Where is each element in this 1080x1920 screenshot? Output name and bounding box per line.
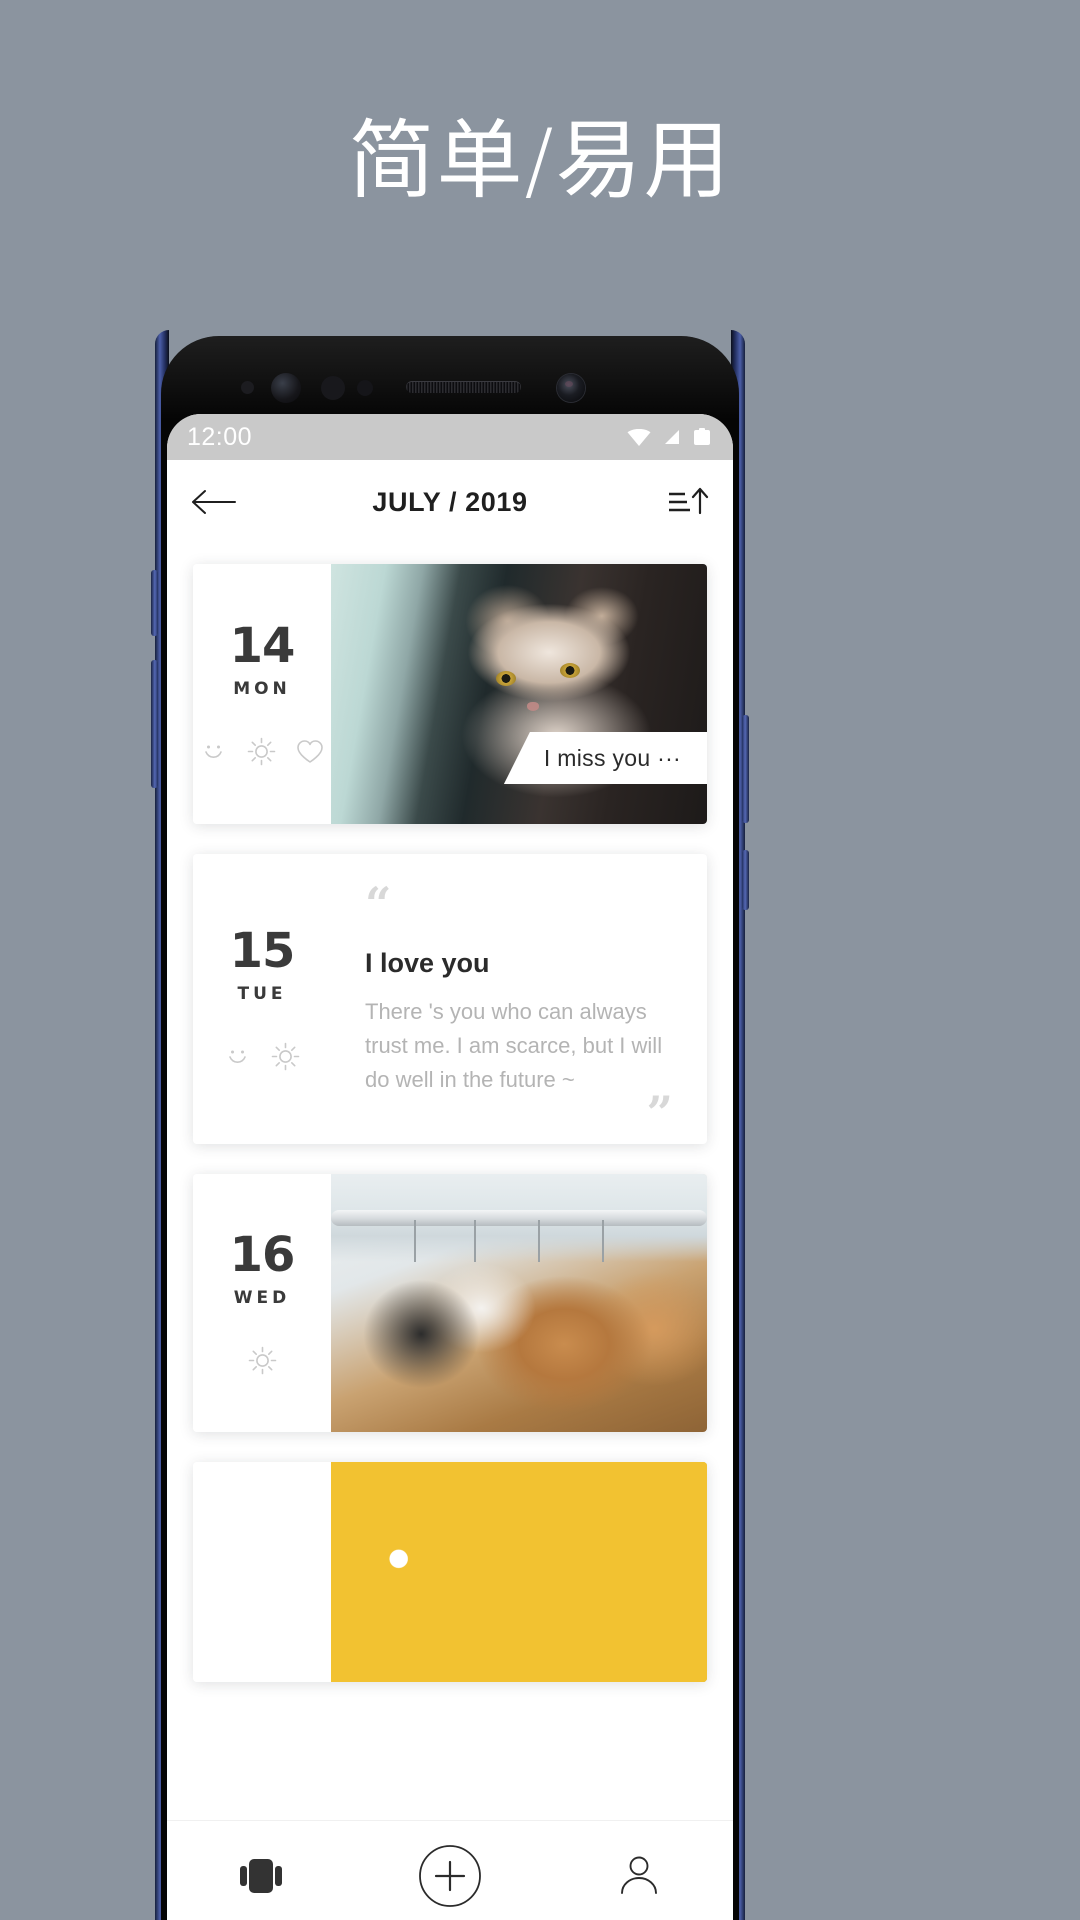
entry-day-number: 16 — [229, 1227, 296, 1283]
heart-icon[interactable] — [296, 739, 324, 765]
earpiece-speaker-icon — [406, 381, 521, 393]
entry-day-number: 15 — [229, 923, 296, 979]
entry-weekday: TUE — [237, 984, 287, 1004]
sensor-array — [161, 372, 739, 403]
sun-icon[interactable] — [248, 1346, 277, 1375]
add-entry-button[interactable] — [402, 1840, 498, 1912]
entry-date-panel — [193, 1462, 331, 1682]
phone-screen: 12:00 JULY / 2019 14 MON I miss you ··· … — [167, 414, 733, 1920]
entry-quote[interactable]: “ I love you There 's you who can always… — [331, 854, 707, 1144]
entry-media[interactable]: I miss you ··· — [331, 564, 707, 824]
entry-caption[interactable]: I miss you ··· — [503, 732, 707, 784]
back-arrow-icon[interactable] — [191, 489, 237, 515]
entry-day-number: 14 — [229, 618, 296, 674]
phone-mockup: 12:00 JULY / 2019 14 MON I miss you ··· … — [151, 330, 749, 1920]
profile-button[interactable] — [591, 1840, 687, 1912]
status-bar-icons — [627, 426, 713, 448]
status-bar-clock: 12:00 — [187, 422, 253, 451]
entry-card[interactable]: 15 TUE “ I love you There 's you who can… — [193, 854, 707, 1144]
cat-nose — [526, 701, 539, 711]
smiley-icon[interactable] — [200, 738, 227, 765]
entry-mood-row — [200, 737, 324, 766]
entry-mood-row — [248, 1346, 277, 1375]
cat-eye-left — [496, 670, 517, 686]
battery-icon — [694, 428, 710, 445]
proximity-sensor-icon — [241, 381, 254, 394]
entry-weekday: MON — [233, 679, 291, 699]
hanger-hook — [601, 1220, 604, 1262]
bottom-navigation — [167, 1820, 733, 1920]
page-title: 简单/易用 — [348, 111, 732, 211]
cat-eye-right — [560, 662, 581, 678]
entry-card[interactable] — [193, 1462, 707, 1682]
plus-circle-icon — [419, 1844, 481, 1907]
cards-icon — [240, 1858, 283, 1893]
quote-close-mark: ” — [646, 1086, 673, 1141]
entry-media[interactable] — [331, 1462, 707, 1682]
sun-icon[interactable] — [271, 1042, 300, 1071]
phone-bezel: 12:00 JULY / 2019 14 MON I miss you ··· … — [161, 336, 739, 1920]
quote-text: There 's you who can always trust me. I … — [365, 999, 663, 1093]
hanger-rail — [331, 1210, 707, 1227]
entry-weekday: WED — [233, 1288, 291, 1308]
entry-date-panel: 16 WED — [193, 1174, 331, 1432]
entry-mood-row — [224, 1042, 300, 1071]
clothes-hangers-photo — [331, 1174, 707, 1432]
app-bar: JULY / 2019 — [167, 460, 733, 544]
smiley-icon[interactable] — [224, 1043, 251, 1070]
month-year-title: JULY / 2019 — [372, 486, 528, 517]
entry-date-panel: 15 TUE — [193, 854, 331, 1144]
led-indicator-icon — [357, 380, 373, 396]
light-sensor-icon — [321, 376, 345, 400]
volume-down-button[interactable] — [151, 660, 158, 788]
entry-card[interactable]: 14 MON I miss you ··· — [193, 564, 707, 824]
assistant-button[interactable] — [742, 850, 749, 910]
signal-icon — [665, 430, 679, 444]
hanger-hook — [537, 1220, 540, 1262]
sort-ascending-icon[interactable] — [667, 485, 709, 519]
wifi-icon — [627, 428, 651, 446]
daisy-flowers-photo — [331, 1462, 707, 1682]
sun-icon[interactable] — [247, 737, 276, 766]
entries-feed[interactable]: 14 MON I miss you ··· 15 TUE “ I love yo… — [167, 544, 733, 1820]
cards-view-button[interactable] — [213, 1840, 309, 1912]
entry-date-panel: 14 MON — [193, 564, 331, 824]
volume-up-button[interactable] — [151, 570, 158, 636]
person-icon — [620, 1856, 657, 1894]
front-camera-icon — [557, 374, 585, 402]
quote-open-mark: “ — [365, 877, 392, 931]
iris-scanner-icon — [271, 373, 301, 403]
status-bar: 12:00 — [167, 414, 733, 460]
hanger-hook — [413, 1220, 416, 1262]
hanger-hook — [473, 1220, 476, 1262]
power-button[interactable] — [742, 715, 749, 823]
quote-title: I love you — [365, 948, 490, 979]
entry-card[interactable]: 16 WED — [193, 1174, 707, 1432]
cat-photo — [331, 564, 707, 824]
entry-media[interactable] — [331, 1174, 707, 1432]
